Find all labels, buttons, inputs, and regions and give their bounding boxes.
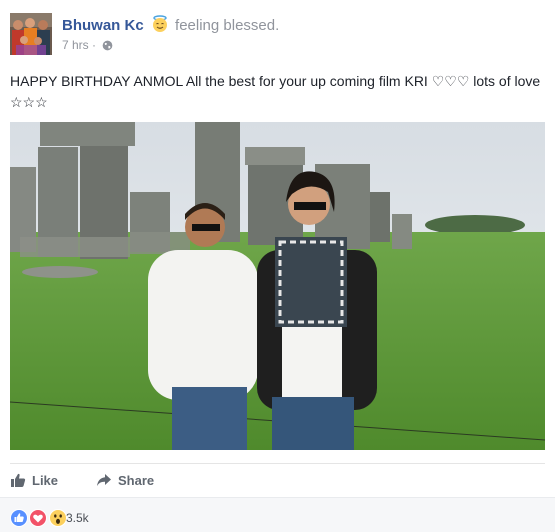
post-text: HAPPY BIRTHDAY ANMOL All the best for yo…	[10, 73, 541, 110]
like-label: Like	[32, 473, 59, 488]
reaction-count[interactable]: 3.5k	[66, 511, 89, 525]
like-button[interactable]: Like	[10, 472, 58, 490]
love-reaction-icon	[29, 509, 48, 532]
share-arrow-icon	[97, 474, 111, 486]
feeling-text: feeling blessed.	[175, 17, 280, 34]
reactions-summary: 3.5k	[0, 497, 555, 532]
post-actions: Like Share	[10, 463, 545, 495]
smiling-halo-emoji-icon	[151, 15, 169, 38]
post-header: Bhuwan Kc feeling blessed.	[62, 15, 279, 38]
author-avatar[interactable]	[10, 13, 52, 55]
post-photo[interactable]	[10, 122, 545, 450]
post-meta: 7 hrs ·	[62, 38, 113, 55]
like-reaction-icon	[10, 509, 28, 532]
meta-separator: ·	[92, 38, 97, 52]
reaction-icons[interactable]	[10, 509, 67, 527]
facebook-post: Bhuwan Kc feeling blessed. 7 hrs · HAPPY…	[0, 0, 555, 532]
share-button[interactable]: Share	[96, 472, 154, 490]
thumbs-up-icon	[11, 473, 26, 487]
post-timestamp[interactable]: 7 hrs	[62, 38, 89, 52]
share-label: Share	[118, 473, 155, 488]
author-name[interactable]: Bhuwan Kc	[62, 17, 144, 34]
wow-reaction-icon	[48, 509, 67, 532]
globe-icon[interactable]	[102, 40, 113, 55]
